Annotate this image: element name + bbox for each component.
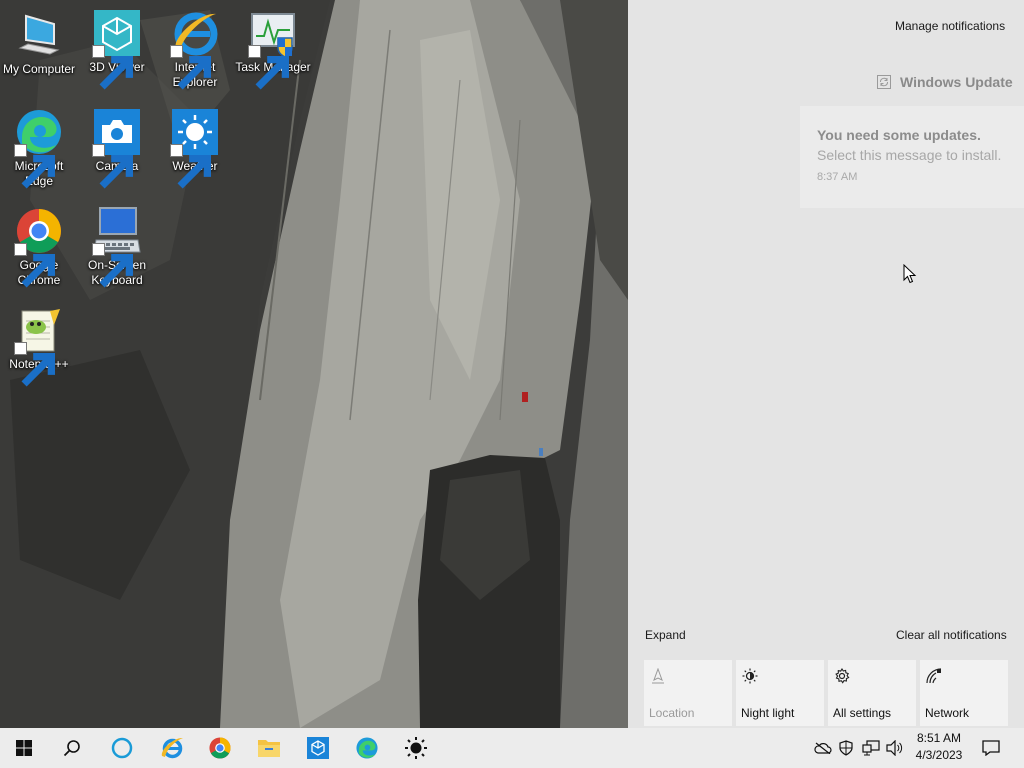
clear-all-notifications-link[interactable]: Clear all notifications [896, 628, 1007, 642]
shortcut-arrow-icon [170, 144, 211, 189]
shortcut-arrow-icon [14, 144, 56, 189]
gear-icon [835, 668, 850, 684]
desktop-icon-on-screen-keyboard[interactable]: On-Screen Keyboard [78, 206, 156, 288]
quick-action-label: All settings [833, 706, 892, 720]
expand-link[interactable]: Expand [645, 628, 686, 642]
sync-icon [877, 75, 891, 89]
3d-viewer-icon [307, 737, 329, 759]
search-icon [63, 740, 80, 757]
cortana-button[interactable] [98, 728, 146, 768]
notification-title: You need some updates. [817, 127, 981, 143]
notification-time: 8:37 AM [817, 171, 858, 183]
edge-icon [356, 737, 378, 759]
quick-action-night-light[interactable]: Night light [736, 660, 824, 726]
taskbar-weather[interactable] [392, 728, 440, 768]
taskbar: 8:51 AM 4/3/2023 [0, 728, 1024, 768]
internet-explorer-icon [161, 737, 183, 759]
desktop-icon-my-computer[interactable]: My Computer [0, 10, 78, 77]
quick-action-location[interactable]: Location [644, 660, 732, 726]
network-icon [862, 740, 880, 756]
desktop-icon-3d-viewer[interactable]: 3D Viewer [78, 8, 156, 90]
network-icon [926, 668, 942, 684]
file-explorer-icon [258, 740, 280, 757]
action-center-button[interactable] [978, 728, 1004, 768]
desktop-icon-google-chrome[interactable]: Google Chrome [0, 206, 78, 288]
notification-group-title: Windows Update [900, 74, 1013, 90]
location-icon [652, 668, 664, 684]
quick-action-label: Network [925, 706, 970, 720]
notification-icon [982, 740, 1000, 756]
taskbar-google-chrome[interactable] [196, 728, 244, 768]
mouse-cursor [903, 264, 917, 284]
shortcut-arrow-icon [14, 342, 56, 387]
clock-date: 4/3/2023 [915, 748, 963, 762]
shortcut-arrow-icon [248, 45, 289, 90]
taskbar-microsoft-edge[interactable] [343, 728, 391, 768]
desktop-icon-task-manager[interactable]: Task Manager [234, 8, 312, 90]
taskbar-internet-explorer[interactable] [148, 728, 196, 768]
chrome-icon [209, 737, 231, 759]
security-icon [839, 740, 853, 756]
desktop[interactable]: My Computer 3D Viewer Internet Explorer … [0, 0, 628, 728]
tray-network[interactable] [860, 728, 882, 768]
quick-action-network[interactable]: Network [920, 660, 1008, 726]
shortcut-arrow-icon [170, 45, 211, 90]
desktop-icon-weather[interactable]: Weather [156, 107, 234, 189]
computer-icon [18, 14, 60, 55]
windows-update-notification[interactable]: You need some updates. Select this messa… [800, 106, 1024, 208]
action-center-panel: Manage notifications Windows Update You … [628, 0, 1024, 728]
quick-action-label: Night light [741, 706, 795, 720]
quick-action-all-settings[interactable]: All settings [828, 660, 916, 726]
taskbar-clock[interactable]: 8:51 AM 4/3/2023 [912, 730, 966, 764]
tray-volume[interactable] [884, 728, 906, 768]
shortcut-arrow-icon [92, 243, 133, 288]
tray-security[interactable] [836, 728, 856, 768]
quick-action-label: Location [649, 706, 695, 720]
shortcut-arrow-icon [14, 243, 56, 288]
clock-time: 8:51 AM [916, 731, 962, 745]
taskbar-file-explorer[interactable] [245, 728, 293, 768]
desktop-icon-microsoft-edge[interactable]: Microsoft Edge [0, 107, 78, 189]
shortcut-arrow-icon [92, 45, 133, 90]
cortana-icon [111, 737, 133, 759]
desktop-icon-label: My Computer [2, 62, 76, 76]
desktop-icon-internet-explorer[interactable]: Internet Explorer [156, 8, 234, 90]
notification-body: Select this message to install. [817, 147, 1002, 163]
start-icon [16, 740, 32, 756]
manage-notifications-link[interactable]: Manage notifications [895, 19, 1005, 33]
tray-onedrive[interactable] [812, 728, 834, 768]
night-light-icon [742, 668, 758, 684]
shortcut-arrow-icon [92, 144, 133, 189]
weather-icon [405, 737, 427, 759]
search-button[interactable] [48, 728, 96, 768]
volume-icon [886, 740, 903, 756]
notification-group-header: Windows Update [876, 74, 1013, 90]
desktop-icon-camera[interactable]: Camera [78, 107, 156, 189]
start-button[interactable] [0, 728, 48, 768]
taskbar-3d-viewer[interactable] [294, 728, 342, 768]
desktop-icon-notepad-plus-plus[interactable]: Notepad++ [0, 305, 78, 387]
onedrive-icon [814, 742, 832, 754]
